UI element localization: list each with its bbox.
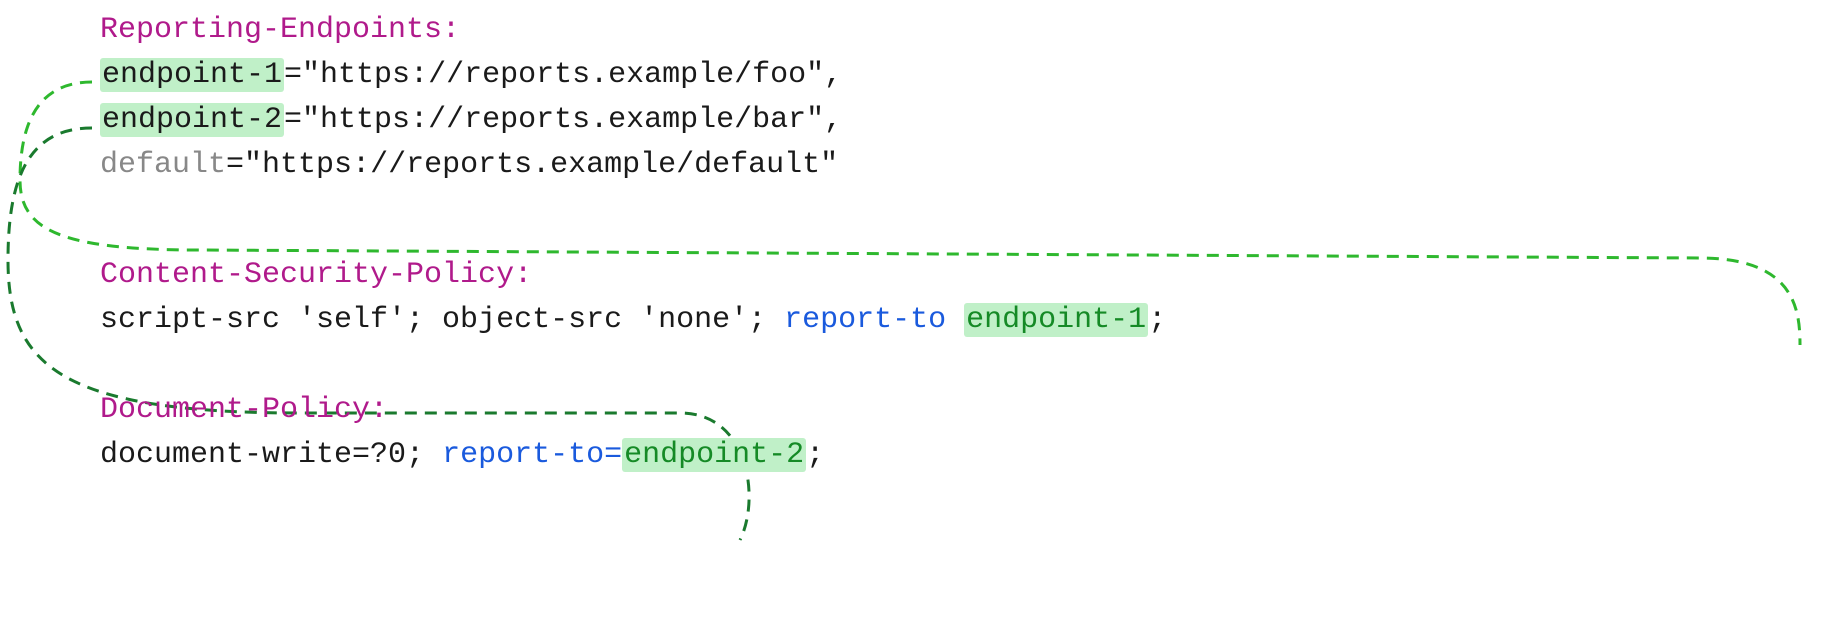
- comma: ,: [824, 58, 842, 92]
- comma: ,: [824, 103, 842, 137]
- header-doc-policy: Document-Policy:: [100, 393, 388, 427]
- docpolicy-suffix: ;: [806, 438, 824, 472]
- reporting-endpoints-block: Reporting-Endpoints: endpoint-1="https:/…: [100, 8, 1844, 188]
- docpolicy-endpoint-ref: endpoint-2: [622, 438, 806, 472]
- header-csp: Content-Security-Policy:: [100, 258, 532, 292]
- endpoint-1-url: "https://reports.example/foo": [302, 58, 824, 92]
- equals: =: [226, 148, 244, 182]
- equals: =: [284, 103, 302, 137]
- equals: =: [284, 58, 302, 92]
- csp-endpoint-ref: endpoint-1: [964, 303, 1148, 337]
- header-reporting-endpoints: Reporting-Endpoints:: [100, 13, 460, 47]
- docpolicy-value: document-write=?0;: [100, 438, 442, 472]
- default-url: "https://reports.example/default": [244, 148, 838, 182]
- docpolicy-report-to: report-to=: [442, 438, 622, 472]
- document-policy-block: Document-Policy: document-write=?0; repo…: [100, 388, 1844, 478]
- csp-block: Content-Security-Policy: script-src 'sel…: [100, 253, 1844, 343]
- endpoint-1-key: endpoint-1: [100, 58, 284, 92]
- endpoint-2-key: endpoint-2: [100, 103, 284, 137]
- csp-suffix: ;: [1148, 303, 1166, 337]
- csp-value: script-src 'self'; object-src 'none';: [100, 303, 784, 337]
- endpoint-2-url: "https://reports.example/bar": [302, 103, 824, 137]
- csp-report-to: report-to: [784, 303, 964, 337]
- default-key: default: [100, 148, 226, 182]
